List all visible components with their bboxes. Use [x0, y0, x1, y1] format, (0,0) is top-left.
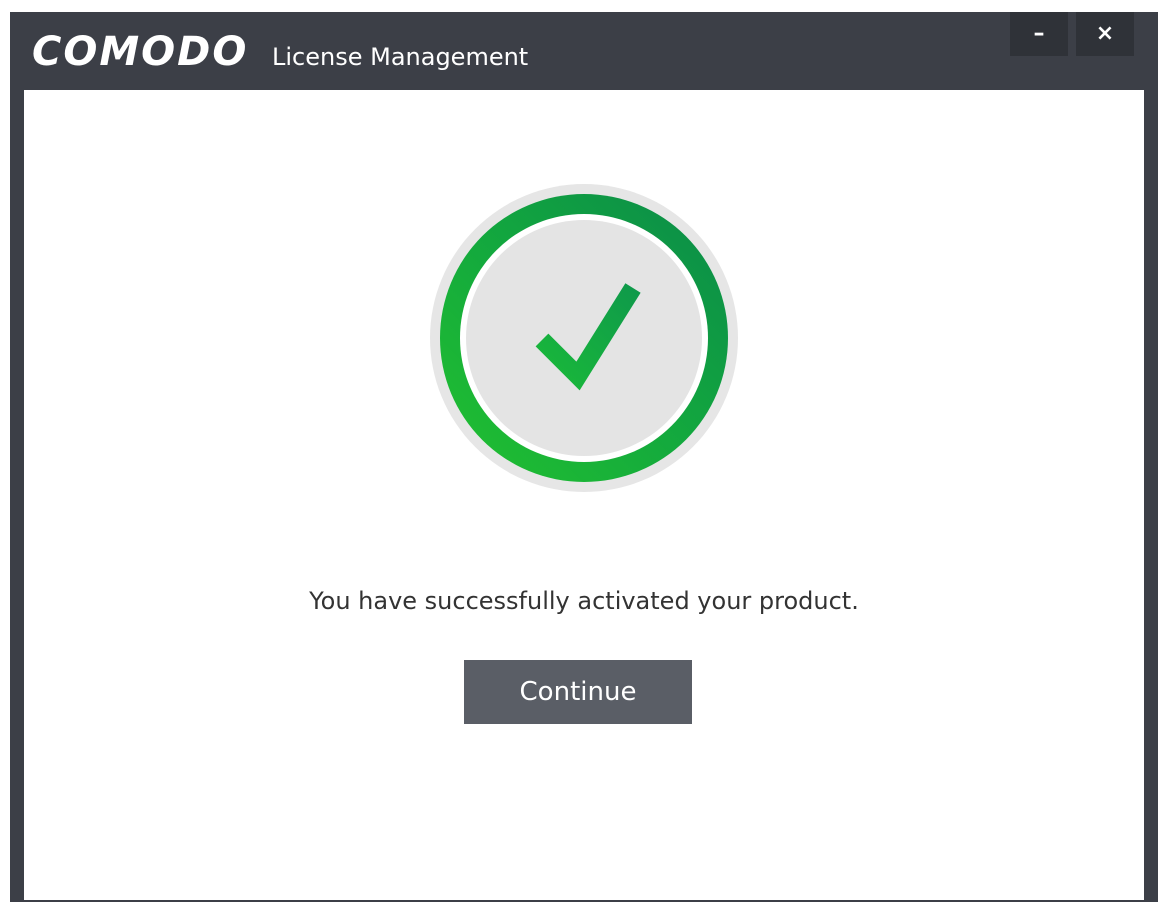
title-bar: COMODO License Management – ×	[10, 12, 1158, 90]
minimize-button[interactable]: –	[1010, 12, 1068, 56]
activation-success-message: You have successfully activated your pro…	[309, 587, 859, 615]
window-title: License Management	[272, 43, 529, 71]
close-button[interactable]: ×	[1076, 12, 1134, 56]
license-management-window: COMODO License Management – × You have s…	[10, 12, 1158, 902]
comodo-logo: COMODO	[32, 29, 249, 75]
success-checkmark-icon	[428, 182, 740, 494]
continue-button[interactable]: Continue	[464, 660, 692, 724]
content-area: You have successfully activated your pro…	[24, 90, 1144, 900]
